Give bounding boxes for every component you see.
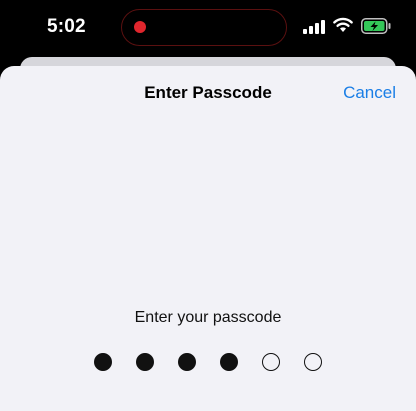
- status-bar: 5:02: [0, 0, 416, 56]
- passcode-dot-empty: [262, 353, 280, 371]
- passcode-dot-filled: [178, 353, 196, 371]
- passcode-dot-empty: [304, 353, 322, 371]
- passcode-dot-filled: [220, 353, 238, 371]
- passcode-sheet: Enter Passcode Cancel Enter your passcod…: [0, 66, 416, 411]
- dynamic-island: [121, 9, 287, 46]
- wifi-icon: [333, 17, 353, 32]
- cancel-button[interactable]: Cancel: [343, 83, 396, 103]
- passcode-dot-filled: [136, 353, 154, 371]
- recording-indicator-icon: [134, 21, 146, 33]
- passcode-dot-filled: [94, 353, 112, 371]
- passcode-prompt: Enter your passcode: [134, 309, 282, 326]
- battery-charging-icon: [361, 18, 391, 34]
- passcode-dots: [94, 353, 334, 373]
- status-time: 5:02: [47, 16, 86, 37]
- signal-icon: [303, 20, 325, 34]
